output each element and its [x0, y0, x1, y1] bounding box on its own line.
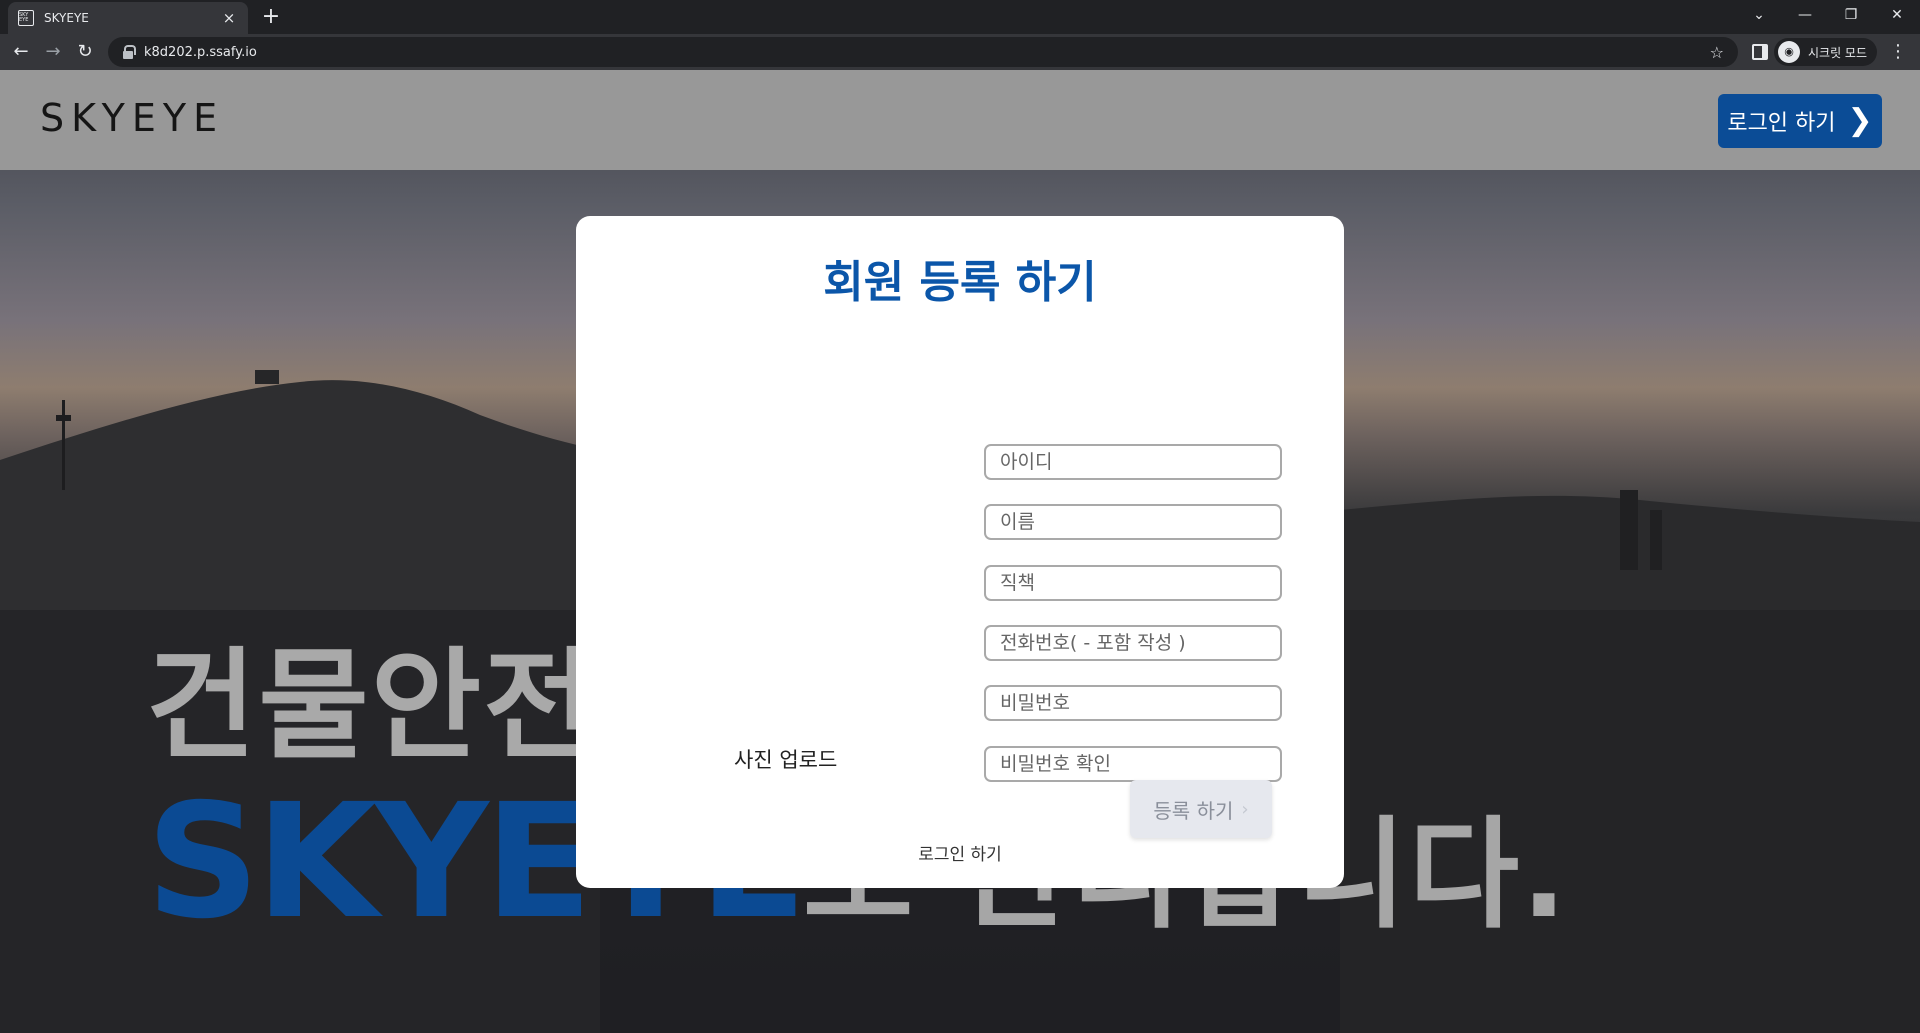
password-confirm-input[interactable]: [984, 746, 1282, 782]
tab-title: SKYEYE: [44, 11, 89, 25]
phone-input[interactable]: [984, 625, 1282, 661]
chevron-right-icon: ❯: [1847, 103, 1873, 138]
register-button[interactable]: 등록 하기 ›: [1130, 780, 1272, 838]
forward-icon[interactable]: →: [40, 40, 66, 64]
close-tab-icon[interactable]: ×: [220, 9, 238, 27]
hero-heading-line1: 건물안전: [146, 637, 596, 776]
position-input[interactable]: [984, 565, 1282, 601]
lock-icon: [122, 45, 136, 59]
name-input[interactable]: [984, 504, 1282, 540]
url-text[interactable]: k8d202.p.ssafy.io: [144, 45, 1710, 60]
browser-tab[interactable]: SKY EYE SKYEYE ×: [8, 2, 248, 34]
password-input[interactable]: [984, 685, 1282, 721]
brand-logo[interactable]: SKYEYE: [40, 96, 224, 140]
minimize-icon[interactable]: —: [1782, 0, 1828, 30]
header-login-label: 로그인 하기: [1727, 111, 1836, 136]
browser-tab-bar: SKY EYE SKYEYE × + ⌄ — ❐ ✕: [0, 0, 1920, 34]
bookmark-star-icon[interactable]: ☆: [1710, 43, 1724, 62]
browser-toolbar: ← → ↻ k8d202.p.ssafy.io ☆ ◉ 시크릿 모드 ⋮: [0, 34, 1920, 70]
incognito-indicator[interactable]: ◉ 시크릿 모드: [1774, 38, 1878, 66]
incognito-label: 시크릿 모드: [1808, 45, 1868, 60]
modal-title: 회원 등록 하기: [823, 257, 1097, 308]
page-viewport: SKYEYE 로그인 하기 ❯ 건물안전 SKYEYE로 관리합니다. 회원 등…: [0, 70, 1920, 1033]
register-button-label: 등록 하기: [1153, 798, 1234, 823]
favicon-icon: SKY EYE: [18, 10, 34, 26]
photo-upload-button[interactable]: 사진 업로드: [734, 744, 837, 774]
chevron-right-icon: ›: [1241, 798, 1249, 820]
login-link[interactable]: 로그인 하기: [576, 840, 1344, 865]
restore-icon[interactable]: ❐: [1828, 0, 1874, 30]
side-panel-icon[interactable]: [1752, 44, 1768, 60]
photo-preview-area[interactable]: [616, 366, 936, 696]
id-input[interactable]: [984, 444, 1282, 480]
close-window-icon[interactable]: ✕: [1874, 0, 1920, 30]
signup-modal: 회원 등록 하기 사진 업로드 등록 하기 › 로그인 하기: [576, 216, 1344, 888]
incognito-icon: ◉: [1778, 41, 1800, 63]
new-tab-button[interactable]: +: [258, 4, 284, 30]
tab-search-icon[interactable]: ⌄: [1736, 0, 1782, 30]
browser-menu-icon[interactable]: ⋮: [1888, 40, 1908, 64]
site-header: SKYEYE 로그인 하기 ❯: [0, 70, 1920, 170]
reload-icon[interactable]: ↻: [72, 40, 98, 64]
address-bar[interactable]: k8d202.p.ssafy.io ☆: [108, 37, 1738, 67]
back-icon[interactable]: ←: [8, 40, 34, 64]
header-login-button[interactable]: 로그인 하기 ❯: [1718, 94, 1882, 148]
